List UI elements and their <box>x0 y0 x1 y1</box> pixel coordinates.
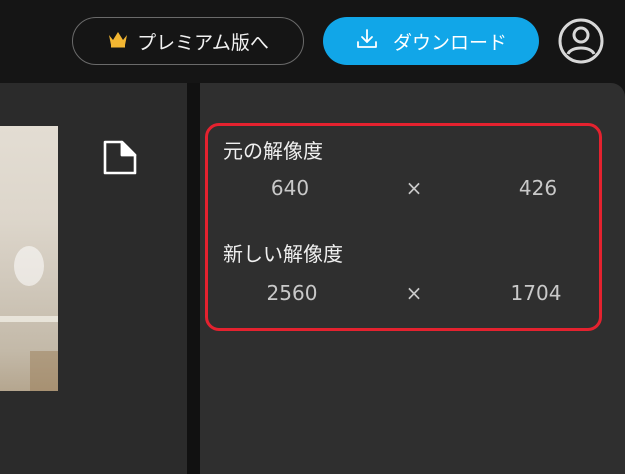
page-corner-icon[interactable] <box>100 138 138 176</box>
download-icon <box>355 27 379 56</box>
original-multiply-sign: × <box>405 176 423 200</box>
image-preview <box>0 126 58 391</box>
new-height: 1704 <box>510 281 562 305</box>
original-resolution-title: 元の解像度 <box>223 139 323 163</box>
user-avatar-icon[interactable] <box>557 17 605 65</box>
top-bar: プレミアム版へ ダウンロード <box>0 0 625 83</box>
download-label: ダウンロード <box>392 31 507 54</box>
premium-upgrade-button[interactable]: プレミアム版へ <box>72 17 304 65</box>
premium-upgrade-label: プレミアム版へ <box>137 31 269 54</box>
download-button[interactable]: ダウンロード <box>323 17 539 65</box>
original-height: 426 <box>518 176 558 200</box>
crown-icon <box>107 30 129 53</box>
panel-divider[interactable] <box>187 83 200 474</box>
new-width: 2560 <box>266 281 318 305</box>
original-width: 640 <box>270 176 310 200</box>
new-resolution-title: 新しい解像度 <box>223 242 343 266</box>
new-multiply-sign: × <box>405 281 423 305</box>
